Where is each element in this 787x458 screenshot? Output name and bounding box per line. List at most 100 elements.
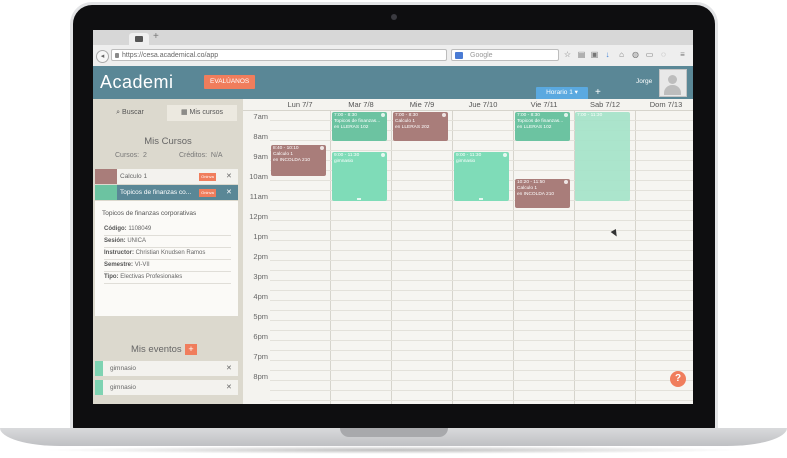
event-title: gimnasio xyxy=(456,159,476,164)
event-place: en LLERAS 202 xyxy=(395,125,430,130)
share-icon[interactable]: ▭ xyxy=(645,50,654,59)
remove-course-button[interactable]: ✕ xyxy=(226,169,232,184)
close-icon[interactable] xyxy=(564,180,568,184)
hour-label: 4pm xyxy=(253,292,268,301)
back-button[interactable]: ◂ xyxy=(96,50,109,63)
schedule-dropdown[interactable]: Horario 1 ▾ xyxy=(536,87,588,99)
new-event-selection[interactable]: 7:00 - 11:30 xyxy=(575,112,630,201)
lock-icon[interactable]: ▣ xyxy=(590,50,599,59)
close-icon[interactable] xyxy=(320,146,324,150)
day-header-wed: Mie 7/9 xyxy=(409,100,435,109)
user-name: Jorge xyxy=(636,78,653,85)
course-item-calculo[interactable]: Calculo 1 Oninva ✕ xyxy=(95,169,238,184)
url-text: https://cesa.academical.co/app xyxy=(122,52,219,59)
sidebar: ⌕ Buscar ▦ Mis cursos Mis Cursos Cursos:… xyxy=(93,99,243,404)
close-icon[interactable] xyxy=(381,153,385,157)
browser-tab[interactable] xyxy=(129,33,149,45)
remove-course-button[interactable]: ✕ xyxy=(226,185,232,200)
calendar-event[interactable]: 8:40 - 10:10 Calculo 1 en INCOLDA 210 xyxy=(271,145,326,176)
close-icon[interactable] xyxy=(564,113,568,117)
course-name: Calculo 1 xyxy=(120,173,148,180)
event-item[interactable]: gimnasio ✕ xyxy=(95,380,238,395)
resize-handle[interactable] xyxy=(357,198,361,200)
calendar-event[interactable]: 7:00 - 8:30 Topicos de finanzas... en LL… xyxy=(515,112,570,141)
lock-icon xyxy=(115,53,119,58)
hour-label: 10am xyxy=(249,172,268,181)
event-time: 7:00 - 11:30 xyxy=(577,113,603,118)
app-logo[interactable]: Academical xyxy=(100,72,693,404)
avatar-head-icon xyxy=(668,75,677,84)
courses-count: Cursos: 2 xyxy=(115,152,147,159)
favicon-icon xyxy=(135,36,143,42)
new-tab-button[interactable]: + xyxy=(153,31,159,42)
day-header-mon: Lun 7/7 xyxy=(287,100,313,109)
event-color-swatch xyxy=(95,361,103,376)
search-engine-icon[interactable] xyxy=(455,52,463,59)
help-button[interactable]: ? xyxy=(670,371,686,387)
search-box[interactable]: Google xyxy=(451,49,559,61)
course-color-swatch xyxy=(95,169,117,184)
app-header: Academical EVALÚANOS Horario 1 ▾ + Jorge xyxy=(93,66,693,404)
detail-codigo: Código: 1108049 xyxy=(104,224,231,236)
course-detail-title: Topicos de finanzas corporativas xyxy=(102,210,197,217)
calendar-event[interactable]: 7:00 - 8:30 Calculo 1 en LLERAS 202 xyxy=(393,112,448,141)
avatar[interactable] xyxy=(659,69,687,97)
hour-label: 1pm xyxy=(253,232,268,241)
day-header-sun: Dom 7/13 xyxy=(649,100,683,109)
tab-my-courses[interactable]: ▦ Mis cursos xyxy=(167,105,237,121)
add-event-button[interactable]: + xyxy=(185,344,197,355)
laptop-notch xyxy=(340,428,448,437)
calendar-event[interactable]: 10:20 - 11:50 Calculo 1 en INCOLDA 210 xyxy=(515,179,570,208)
hour-label: 5pm xyxy=(253,312,268,321)
close-icon[interactable] xyxy=(442,113,446,117)
course-color-swatch xyxy=(95,185,117,200)
hour-label: 12pm xyxy=(249,212,268,221)
calendar-event[interactable]: 9:00 - 11:30 gimnasio xyxy=(332,152,387,201)
mic-icon[interactable]: ◌ xyxy=(659,50,668,59)
download-icon[interactable]: ↓ xyxy=(603,50,612,59)
day-header-sat: Sab 7/12 xyxy=(589,100,621,109)
hour-label: 9am xyxy=(253,152,268,161)
add-schedule-button[interactable]: + xyxy=(595,87,601,99)
course-badge: Oninva xyxy=(199,189,216,197)
laptop-shadow xyxy=(40,446,747,454)
hour-label: 8am xyxy=(253,132,268,141)
remove-event-button[interactable]: ✕ xyxy=(226,361,232,376)
event-place: en INCOLDA 210 xyxy=(273,158,311,163)
chat-icon[interactable]: ◍ xyxy=(631,50,640,59)
search-placeholder: Google xyxy=(470,52,493,59)
detail-instructor: Instructor: Christian Knudsen Ramos xyxy=(104,248,231,260)
event-name: gimnasio xyxy=(110,384,137,391)
detail-tipo: Tipo: Electivas Profesionales xyxy=(104,272,231,284)
day-header-thu: Jue 7/10 xyxy=(468,100,498,109)
day-header-fri: Vie 7/11 xyxy=(530,100,558,109)
star-icon[interactable]: ☆ xyxy=(563,50,572,59)
calendar-event[interactable]: 7:00 - 8:30 Topicos de finanzas... en LL… xyxy=(332,112,387,141)
course-detail-panel: Topicos de finanzas corporativas Código:… xyxy=(95,201,238,316)
camera-icon xyxy=(391,14,397,20)
course-item-topicos[interactable]: Topicos de finanzas co... Oninva ✕ xyxy=(95,185,238,200)
hour-label: 6pm xyxy=(253,332,268,341)
detail-sesion: Sesión: UNICA xyxy=(104,236,231,248)
bookmarks-icon[interactable]: ▤ xyxy=(577,50,586,59)
hour-label: 2pm xyxy=(253,252,268,261)
browser-toolbar: ◂ https://cesa.academical.co/app Google … xyxy=(93,45,693,67)
close-icon[interactable] xyxy=(503,153,507,157)
calendar-event[interactable]: 9:00 - 11:30 gimnasio xyxy=(454,152,509,201)
detail-semestre: Semestre: VI-VII xyxy=(104,260,231,272)
resize-handle[interactable] xyxy=(479,198,483,200)
remove-event-button[interactable]: ✕ xyxy=(226,380,232,395)
event-item[interactable]: gimnasio ✕ xyxy=(95,361,238,376)
event-color-swatch xyxy=(95,380,103,395)
avatar-body-icon xyxy=(664,85,681,95)
event-title: gimnasio xyxy=(334,159,354,164)
address-bar[interactable]: https://cesa.academical.co/app xyxy=(111,49,447,61)
close-icon[interactable] xyxy=(381,113,385,117)
course-badge: Oninva xyxy=(199,173,216,181)
evaluanos-button[interactable]: EVALÚANOS xyxy=(204,75,256,89)
menu-icon[interactable]: ≡ xyxy=(678,50,687,59)
calendar: Lun 7/7 Mar 7/8 Mie 7/9 Jue 7/10 Vie 7/1… xyxy=(243,99,693,404)
tab-search[interactable]: ⌕ Buscar xyxy=(95,105,165,121)
home-icon[interactable]: ⌂ xyxy=(617,50,626,59)
day-header-tue: Mar 7/8 xyxy=(348,100,374,109)
